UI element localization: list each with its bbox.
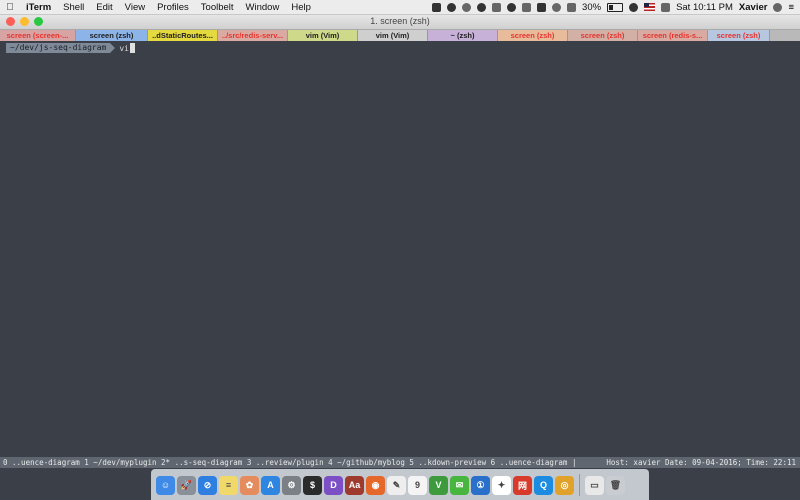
menu-edit[interactable]: Edit <box>90 2 118 13</box>
dock: ☺ 🚀 ⊘ ≡ ✿ A ⚙ $ D Aa ◉ ✎ 9 V ✉ ① ✦ 网 Q ◎ ▭ 🗑 <box>151 469 649 500</box>
input-source-flag-icon[interactable] <box>644 3 656 11</box>
menubar-clock[interactable]: Sat 10:11 PM <box>676 2 733 13</box>
dock-iterm-icon[interactable]: $ <box>303 475 322 495</box>
dock-finder-icon[interactable]: ☺ <box>156 475 175 495</box>
tab-7[interactable]: ~ (zsh) <box>428 30 498 41</box>
dock-safari-icon[interactable]: ⊘ <box>198 475 217 495</box>
dock-trash-icon[interactable]: 🗑 <box>606 475 625 495</box>
menu-bar:  iTerm Shell Edit View Profiles Toolbel… <box>0 0 800 15</box>
dock-notes-icon[interactable]: ≡ <box>219 475 238 495</box>
apple-menu-icon[interactable]:  <box>0 2 20 13</box>
wechat-status-icon[interactable] <box>477 2 487 12</box>
spotlight-icon[interactable] <box>773 2 783 12</box>
dock-qq-icon[interactable]: Q <box>534 475 553 495</box>
dock-sticky-bird-icon[interactable]: ✦ <box>492 475 511 495</box>
dock-dictionary-icon[interactable]: Aa <box>345 475 364 495</box>
notification-status-icon[interactable] <box>522 2 532 12</box>
menu-help[interactable]: Help <box>285 2 317 13</box>
dock-photos-icon[interactable]: ✿ <box>240 475 259 495</box>
dock-wechat-icon[interactable]: ✉ <box>450 475 469 495</box>
notification-center-icon[interactable]: ≡ <box>788 2 794 13</box>
volume-icon[interactable] <box>661 2 671 12</box>
dock-downloads-icon[interactable]: ▭ <box>585 475 604 495</box>
dock-netease-icon[interactable]: 网 <box>513 475 532 495</box>
prompt-arrow-icon <box>110 43 116 53</box>
dock-launchpad-icon[interactable]: 🚀 <box>177 475 196 495</box>
tab-1[interactable]: screen (screen-... <box>0 30 76 41</box>
dock-separator <box>579 474 580 496</box>
user-menu[interactable]: Xavier <box>739 2 768 13</box>
dock-vim-icon[interactable]: V <box>429 475 448 495</box>
dropbox-status-icon[interactable] <box>492 2 502 12</box>
dock-firefox-icon[interactable]: ◉ <box>366 475 385 495</box>
tab-6[interactable]: vim (Vim) <box>358 30 428 41</box>
tab-4[interactable]: ../src/redis-serv... <box>218 30 288 41</box>
menu-view[interactable]: View <box>119 2 151 13</box>
battery-icon[interactable] <box>607 2 624 12</box>
tab-5[interactable]: vim (Vim) <box>288 30 358 41</box>
terminal-pane[interactable]: ~/dev/js-seq-diagram vi <box>0 41 800 457</box>
menu-profiles[interactable]: Profiles <box>151 2 195 13</box>
dock-dash-icon[interactable]: D <box>324 475 343 495</box>
window-title-bar: 1. screen (zsh) <box>0 15 800 30</box>
dock-textedit-icon[interactable]: ✎ <box>387 475 406 495</box>
onepassword-status-icon[interactable] <box>447 2 457 12</box>
dock-system-preferences-icon[interactable]: ⚙ <box>282 475 301 495</box>
dock-app-store-icon[interactable]: A <box>261 475 280 495</box>
tab-10[interactable]: screen (redis-s... <box>638 30 708 41</box>
dock-chrome-icon[interactable]: ◎ <box>555 475 574 495</box>
prompt-path: ~/dev/js-seq-diagram <box>6 43 111 53</box>
screen-host-date-time: Host: xavier Date: 09-04-2016; Time: 22:… <box>606 458 796 467</box>
bluetooth-icon[interactable] <box>567 2 577 12</box>
dock-calendar-icon[interactable]: 9 <box>408 475 427 495</box>
time-machine-icon[interactable] <box>552 2 562 12</box>
app-status-icon[interactable] <box>432 2 442 12</box>
shell-prompt: ~/dev/js-seq-diagram vi <box>6 43 135 53</box>
tab-3[interactable]: ..dStaticRoutes... <box>148 30 218 41</box>
screen-status-bar: 0 ..uence-diagram 1 ~/dev/myplugin 2* ..… <box>0 457 800 468</box>
typed-command: vi <box>119 43 129 53</box>
dock-onepassword-icon[interactable]: ① <box>471 475 490 495</box>
tab-11[interactable]: screen (zsh) <box>708 30 770 41</box>
wifi-icon[interactable] <box>629 2 639 12</box>
tab-bar: screen (screen-... screen (zsh) ..dStaticR… <box>0 30 800 41</box>
status-menus: 30% Sat 10:11 PM Xavier ≡ <box>432 2 800 13</box>
tab-8[interactable]: screen (zsh) <box>498 30 568 41</box>
screen-window-list: 0 ..uence-diagram 1 ~/dev/myplugin 2* ..… <box>3 458 577 467</box>
menu-shell[interactable]: Shell <box>57 2 90 13</box>
tab-2[interactable]: screen (zsh) <box>76 30 148 41</box>
tab-9[interactable]: screen (zsh) <box>568 30 638 41</box>
text-cursor <box>129 43 135 53</box>
airplay-icon[interactable] <box>537 2 547 12</box>
window-title: 1. screen (zsh) <box>370 16 430 26</box>
menu-iterm[interactable]: iTerm <box>20 2 57 13</box>
ghost-status-icon[interactable] <box>507 2 517 12</box>
sync-status-icon[interactable] <box>462 2 472 12</box>
menu-window[interactable]: Window <box>240 2 286 13</box>
menu-toolbelt[interactable]: Toolbelt <box>195 2 240 13</box>
battery-percent: 30% <box>582 1 602 13</box>
